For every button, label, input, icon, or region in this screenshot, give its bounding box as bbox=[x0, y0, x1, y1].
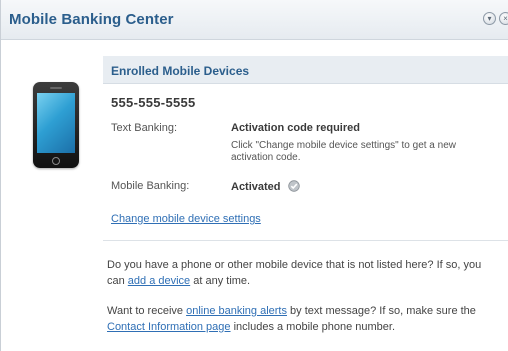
close-icon[interactable]: × bbox=[499, 12, 508, 25]
add-device-paragraph: Do you have a phone or other mobile devi… bbox=[107, 257, 502, 289]
phone-speaker bbox=[50, 87, 62, 89]
alerts-text-mid: by text message? If so, make sure the bbox=[286, 305, 476, 317]
add-device-link[interactable]: add a device bbox=[128, 275, 190, 287]
online-banking-alerts-link[interactable]: online banking alerts bbox=[186, 305, 287, 317]
panel-header: Mobile Banking Center ▾ × bbox=[1, 0, 508, 40]
section-title: Enrolled Mobile Devices bbox=[111, 64, 250, 78]
phone-screen bbox=[37, 93, 75, 153]
phone-home-button bbox=[52, 157, 60, 165]
panel-title: Mobile Banking Center bbox=[9, 11, 174, 28]
mobile-banking-status-text: Activated bbox=[231, 181, 281, 193]
chevron-down-icon[interactable]: ▾ bbox=[483, 12, 496, 25]
add-device-text-end: at any time. bbox=[190, 275, 251, 287]
mobile-banking-panel: Mobile Banking Center ▾ × Enrolled Mobil… bbox=[0, 0, 508, 351]
mobile-phone-icon bbox=[33, 82, 79, 168]
mobile-banking-status: Activated bbox=[231, 180, 300, 193]
text-banking-status: Activation code required bbox=[231, 122, 360, 134]
enrolled-devices-header: Enrolled Mobile Devices bbox=[103, 56, 508, 84]
device-phone-number: 555-555-5555 bbox=[111, 95, 196, 110]
alerts-text: Want to receive bbox=[107, 305, 187, 317]
mobile-banking-label: Mobile Banking: bbox=[111, 180, 190, 192]
text-banking-note: Click "Change mobile device settings" to… bbox=[231, 140, 456, 163]
alerts-text-end: includes a mobile phone number. bbox=[230, 321, 396, 333]
check-icon bbox=[287, 180, 300, 192]
alerts-paragraph: Want to receive online banking alerts by… bbox=[107, 303, 502, 335]
text-banking-label: Text Banking: bbox=[111, 122, 178, 134]
contact-information-link[interactable]: Contact Information page bbox=[107, 321, 231, 333]
divider bbox=[103, 240, 508, 241]
change-device-settings-link[interactable]: Change mobile device settings bbox=[111, 213, 261, 225]
